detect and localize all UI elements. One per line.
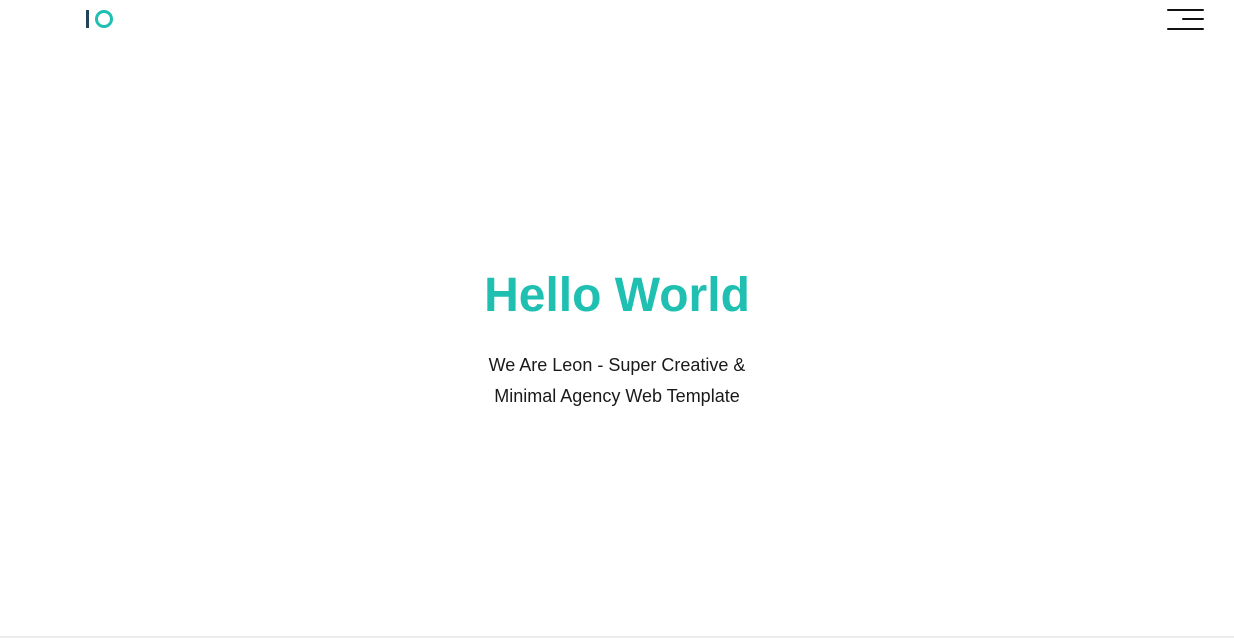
- hero-title: Hello World: [484, 269, 750, 322]
- menu-line-bottom: [1167, 28, 1204, 30]
- menu-line-top: [1167, 9, 1204, 11]
- logo-link[interactable]: [86, 9, 113, 29]
- logo-bar-mark: [86, 10, 89, 28]
- logo-ring-mark: [95, 10, 113, 28]
- hamburger-menu-icon[interactable]: [1166, 8, 1204, 31]
- hero-section: Hello World We Are Leon - Super Creative…: [0, 266, 1234, 412]
- hero-subtitle: We Are Leon - Super Creative & Minimal A…: [488, 355, 746, 406]
- menu-line-middle: [1182, 18, 1204, 20]
- page: Hello World We Are Leon - Super Creative…: [0, 0, 1234, 638]
